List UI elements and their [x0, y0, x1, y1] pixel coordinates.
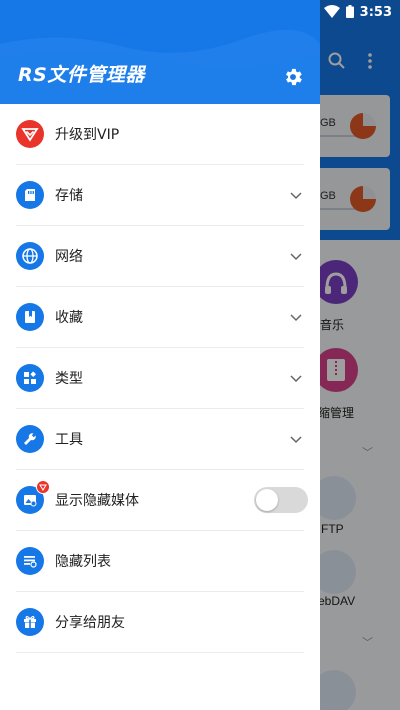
wifi-icon — [323, 3, 340, 22]
menu-item-label: 隐藏列表 — [55, 554, 111, 570]
menu-item-network[interactable]: 网络 — [16, 226, 304, 287]
vip-badge-icon — [36, 480, 50, 494]
chevron-down-icon[interactable] — [288, 370, 304, 386]
status-time: 3:53 — [359, 4, 392, 20]
menu-item-upgrade-vip[interactable]: 升级到VIP — [16, 104, 304, 165]
wrench-icon — [16, 425, 44, 453]
menu-item-share[interactable]: 分享给朋友 — [16, 592, 304, 653]
hidden-list-icon — [16, 547, 44, 575]
menu-item-label: 分享给朋友 — [55, 615, 125, 631]
menu-item-show-hidden-media[interactable]: 显示隐藏媒体 — [16, 470, 308, 531]
hidden-media-icon — [16, 480, 50, 514]
header-wave-decoration — [0, 30, 320, 104]
toggle-knob — [256, 489, 278, 511]
menu-item-hidden-list[interactable]: 隐藏列表 — [16, 531, 304, 592]
battery-icon — [345, 3, 354, 22]
menu-item-label: 存储 — [55, 188, 83, 204]
menu-item-label: 收藏 — [55, 310, 83, 326]
chevron-down-icon[interactable] — [288, 187, 304, 203]
chevron-down-icon[interactable] — [288, 248, 304, 264]
menu-item-storage[interactable]: 存储 — [16, 165, 304, 226]
menu-item-tools[interactable]: 工具 — [16, 409, 304, 470]
drawer-menu: 升级到VIP 存储 网络 收藏 类型 工具 显示隐藏媒体 隐藏列表 分享给朋友 — [16, 104, 308, 653]
menu-item-favorites[interactable]: 收藏 — [16, 287, 304, 348]
vip-crown-icon — [16, 120, 44, 148]
menu-item-label: 升级到VIP — [55, 127, 120, 143]
status-bar-right: 3:53 — [323, 0, 392, 24]
settings-gear-icon[interactable] — [280, 64, 306, 90]
menu-item-label: 显示隐藏媒体 — [55, 493, 139, 509]
menu-item-label: 网络 — [55, 249, 83, 265]
drawer-header: RS文件管理器 — [0, 0, 320, 104]
chevron-down-icon[interactable] — [288, 309, 304, 325]
menu-item-label: 类型 — [55, 371, 83, 387]
bookmark-icon — [16, 303, 44, 331]
menu-item-types[interactable]: 类型 — [16, 348, 304, 409]
menu-item-label: 工具 — [55, 432, 83, 448]
category-icon — [16, 364, 44, 392]
globe-icon — [16, 242, 44, 270]
chevron-down-icon[interactable] — [288, 431, 304, 447]
gift-icon — [16, 608, 44, 636]
app-title: RS文件管理器 — [18, 64, 145, 86]
sd-card-icon — [16, 181, 44, 209]
show-hidden-media-toggle[interactable] — [254, 487, 308, 513]
navigation-drawer: RS文件管理器 升级到VIP 存储 网络 收藏 类型 工具 显示隐藏媒体 隐藏列… — [0, 0, 320, 710]
